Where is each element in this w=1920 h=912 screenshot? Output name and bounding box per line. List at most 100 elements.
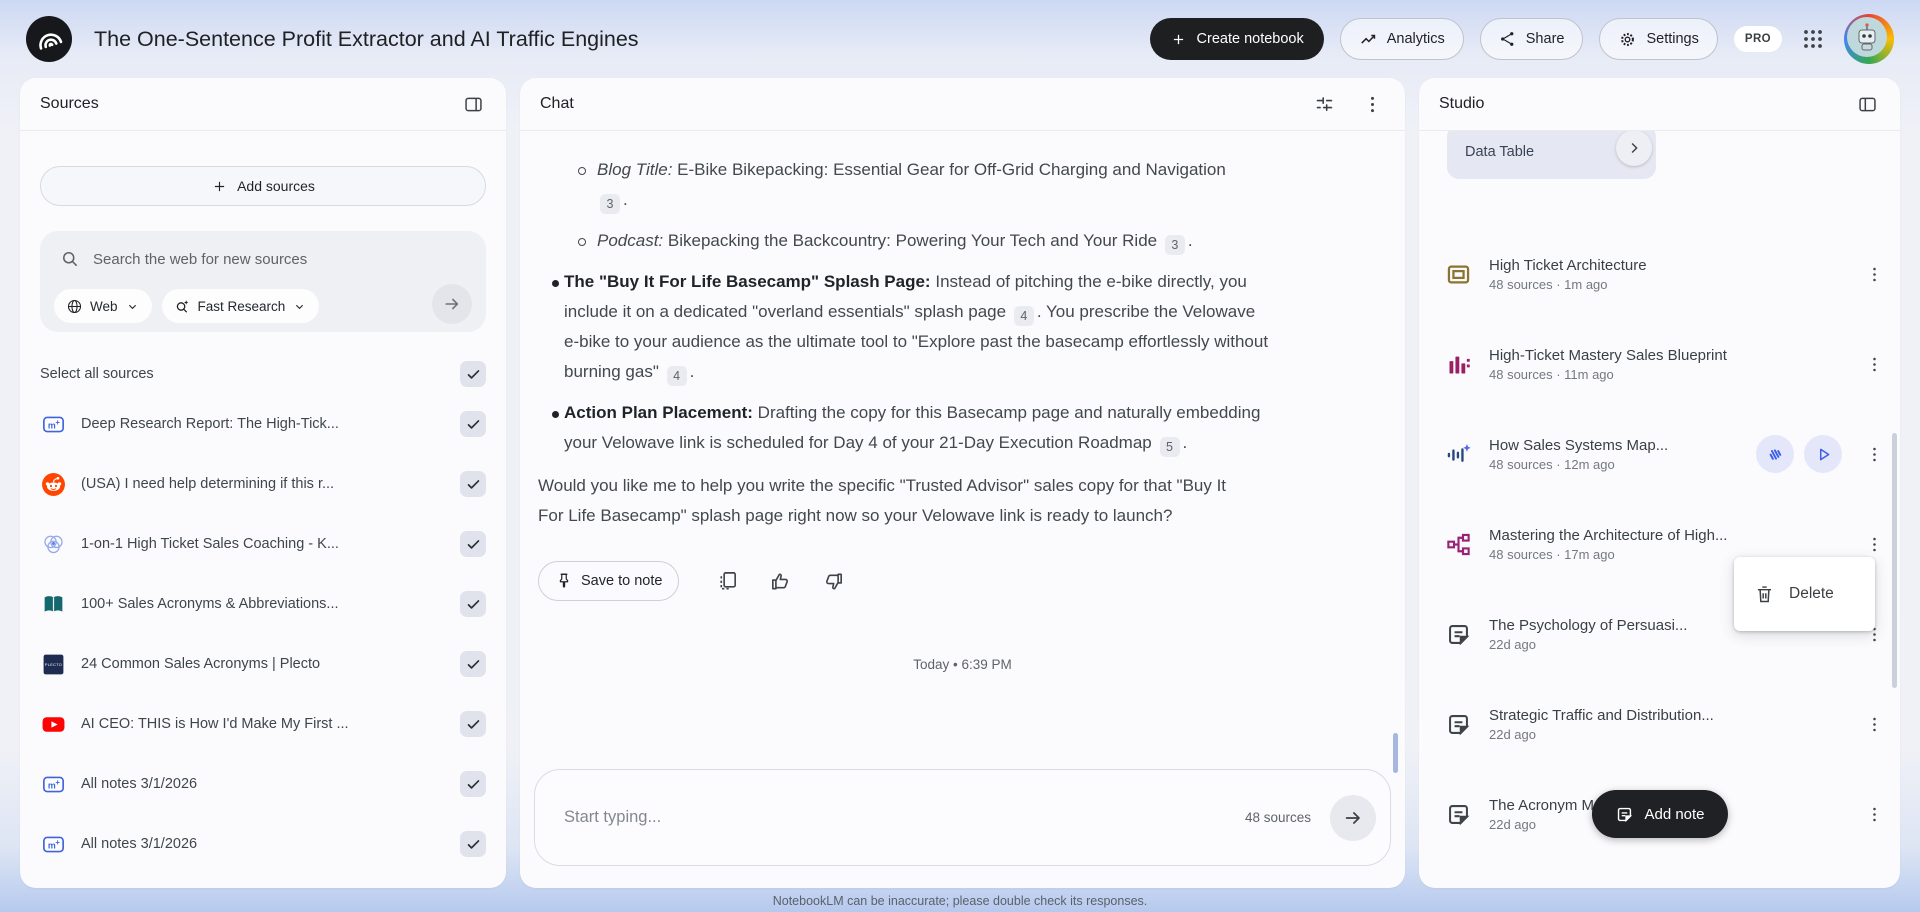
bullet-action-plan: Action Plan Placement: Drafting the copy… <box>520 398 1332 458</box>
bar-chart-icon <box>1443 349 1473 379</box>
source-checkbox[interactable] <box>460 591 486 617</box>
studio-panel: Studio Data Table High Ticket Architectu… <box>1419 78 1900 888</box>
waving-hand-icon <box>1765 444 1786 465</box>
play-button[interactable] <box>1804 435 1842 473</box>
thumbs-up-icon[interactable] <box>767 568 793 594</box>
collapse-sources-panel-icon[interactable] <box>460 91 486 117</box>
send-button[interactable] <box>1330 794 1376 841</box>
item-more-menu-icon[interactable] <box>1860 260 1888 288</box>
play-icon <box>1814 445 1833 464</box>
assistant-message: Blog Title: E-Bike Bikepacking: Essentia… <box>520 155 1332 531</box>
settings-button[interactable]: Settings <box>1599 18 1718 60</box>
source-checkbox[interactable] <box>460 651 486 677</box>
item-more-menu-icon[interactable] <box>1860 800 1888 828</box>
trending-up-icon <box>1359 30 1378 49</box>
source-list-item[interactable]: 100+ Sales Acronyms & Abbreviations... <box>40 574 486 634</box>
citation-chip[interactable]: 4 <box>1013 306 1034 326</box>
studio-item[interactable]: How Sales Systems Map... 48 sources · 12… <box>1443 409 1888 499</box>
item-more-menu-icon[interactable] <box>1860 350 1888 378</box>
source-list-item[interactable]: m + All notes 3/1/2026 <box>40 754 486 814</box>
sources-count: 48 sources <box>1244 810 1311 825</box>
item-more-menu-icon[interactable] <box>1860 710 1888 738</box>
table-frame-icon <box>1443 259 1473 289</box>
notebooklm-app: The One-Sentence Profit Extractor and AI… <box>0 0 1920 912</box>
book-icon <box>40 591 66 617</box>
search-submit-button[interactable] <box>432 284 472 324</box>
notebooklm-logo-icon[interactable] <box>26 16 72 62</box>
notebook-note-icon: m + <box>40 771 66 797</box>
apps-grid-icon[interactable] <box>1798 24 1828 54</box>
source-list-item[interactable]: m + Deep Research Report: The High-Tick..… <box>40 394 486 454</box>
note-icon <box>1443 709 1473 739</box>
chevron-down-icon <box>292 299 307 314</box>
plecto-logo-icon: PLECTO <box>40 651 66 677</box>
source-search-input[interactable] <box>91 249 466 269</box>
source-list-item[interactable]: PLECTO 24 Common Sales Acronyms | Plecto <box>40 634 486 694</box>
chevron-down-icon <box>125 299 140 314</box>
share-button[interactable]: Share <box>1479 18 1584 60</box>
item-more-menu-icon[interactable] <box>1860 440 1888 468</box>
source-checkbox[interactable] <box>460 831 486 857</box>
disclaimer: NotebookLM can be inaccurate; please dou… <box>772 894 1148 908</box>
add-sources-button[interactable]: Add sources <box>40 166 486 206</box>
thumbs-down-icon[interactable] <box>820 568 846 594</box>
studio-item[interactable]: The Content Creation Engine: Wee... <box>1443 859 1888 888</box>
svg-text:+: + <box>55 418 60 427</box>
pro-badge: PRO <box>1733 26 1782 52</box>
citation-chip[interactable]: 3 <box>600 194 620 214</box>
svg-text:PLECTO: PLECTO <box>44 663 61 667</box>
search-icon <box>60 249 80 269</box>
create-notebook-button[interactable]: Create notebook <box>1149 18 1324 60</box>
source-checkbox[interactable] <box>460 711 486 737</box>
item-more-menu-icon[interactable] <box>1860 530 1888 558</box>
source-checkbox[interactable] <box>460 471 486 497</box>
sub-bullet-blog-title: Blog Title: E-Bike Bikepacking: Essentia… <box>520 155 1332 215</box>
studio-item[interactable]: High-Ticket Mastery Sales Blueprint 48 s… <box>1443 319 1888 409</box>
copy-icon[interactable] <box>714 568 740 594</box>
chevron-right-icon <box>1625 139 1643 157</box>
chat-input[interactable] <box>562 807 1245 828</box>
studio-item[interactable]: Strategic Traffic and Distribution... 22… <box>1443 679 1888 769</box>
chat-settings-tune-icon[interactable] <box>1311 91 1337 117</box>
save-to-note-button[interactable]: Save to note <box>538 561 680 601</box>
chat-more-menu-icon[interactable] <box>1359 91 1385 117</box>
sub-bullet-podcast: Podcast: Bikepacking the Backcountry: Po… <box>520 226 1332 256</box>
note-add-icon <box>1614 805 1633 824</box>
notebook-note-icon: m + <box>40 831 66 857</box>
user-avatar[interactable] <box>1844 14 1894 64</box>
analytics-button[interactable]: Analytics <box>1339 18 1464 60</box>
delete-menu-item[interactable]: Delete <box>1734 557 1875 631</box>
select-all-checkbox[interactable] <box>460 361 486 387</box>
collapse-studio-panel-icon[interactable] <box>1854 91 1880 117</box>
source-list-item[interactable]: m + All notes 3/1/2026 <box>40 814 486 874</box>
source-checkbox[interactable] <box>460 771 486 797</box>
arrow-right-icon <box>1342 807 1364 829</box>
flowchart-icon <box>1443 529 1473 559</box>
source-checkbox[interactable] <box>460 411 486 437</box>
trash-icon <box>1754 584 1775 605</box>
sources-panel: Sources Add sources Search the web for n… <box>20 78 506 888</box>
research-mode-dropdown[interactable]: Fast Research <box>161 289 320 323</box>
citation-chip[interactable]: 5 <box>1159 437 1180 457</box>
chat-panel: Chat Blog Title: E-Bike Bikepacking: Ess… <box>520 78 1405 888</box>
chat-scrollbar[interactable] <box>1393 733 1398 773</box>
web-filter-dropdown[interactable]: Web <box>54 289 152 323</box>
interactive-join-button[interactable] <box>1756 435 1794 473</box>
studio-carousel: Data Table <box>1419 131 1900 181</box>
pushpin-icon <box>555 572 573 590</box>
studio-item[interactable]: High Ticket Architecture 48 sources · 1m… <box>1443 229 1888 319</box>
add-note-button[interactable]: Add note <box>1591 790 1728 838</box>
source-list-item[interactable]: 1-on-1 High Ticket Sales Coaching - K... <box>40 514 486 574</box>
arrow-right-icon <box>442 294 462 314</box>
notebook-title: The One-Sentence Profit Extractor and AI… <box>94 26 639 51</box>
gear-icon <box>1618 30 1637 49</box>
source-list-item[interactable]: AI CEO: THIS is How I'd Make My First ..… <box>40 694 486 754</box>
citation-chip[interactable]: 3 <box>1164 235 1185 255</box>
carousel-next-button[interactable] <box>1616 131 1652 166</box>
citation-chip[interactable]: 4 <box>666 366 687 386</box>
source-checkbox[interactable] <box>460 531 486 557</box>
source-list-item[interactable]: (USA) I need help determining if this r.… <box>40 454 486 514</box>
studio-scrollbar[interactable] <box>1892 433 1897 688</box>
message-actions: Save to note <box>538 561 1405 601</box>
audio-waveform-icon <box>1443 439 1473 469</box>
